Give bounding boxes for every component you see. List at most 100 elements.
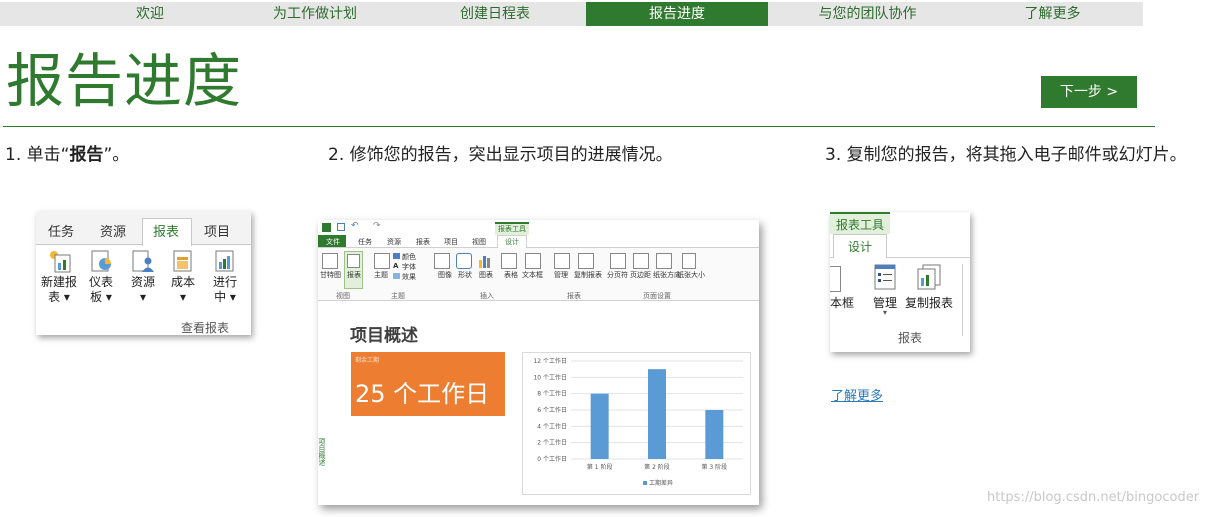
tab-resources[interactable]: 资源	[387, 237, 401, 247]
textbox-button-partial[interactable]: 本框	[830, 294, 854, 311]
group-view: 视图	[336, 292, 350, 300]
chart-bar	[648, 369, 666, 459]
themes-button[interactable]: 主题	[374, 270, 388, 280]
costs-icon	[171, 249, 195, 273]
chart-y-tick-label: 2 个工作日	[537, 439, 567, 447]
gantt-button[interactable]: 甘特图	[320, 270, 341, 280]
chart-y-tick-label: 10 个工作日	[533, 373, 567, 381]
chart-icon[interactable]	[478, 253, 492, 268]
size-button[interactable]: 纸张大小	[677, 270, 705, 280]
dashboards-button[interactable]: 仪表板 ▾	[82, 249, 120, 305]
images-button[interactable]: 图像	[438, 270, 452, 280]
tab-design[interactable]: 设计	[505, 237, 519, 247]
tab-tasks[interactable]: 任务	[358, 237, 372, 247]
textbox-icon[interactable]	[525, 253, 541, 269]
themes-icon[interactable]	[374, 253, 390, 269]
colors-button[interactable]: 颜色	[402, 252, 416, 262]
chart-x-tick-label: 第 1 阶段	[587, 463, 613, 471]
manage-dropdown-arrow[interactable]: ▾	[883, 308, 887, 317]
reports-button[interactable]: 报表	[347, 270, 361, 280]
table-icon[interactable]	[501, 253, 517, 269]
chart-legend-swatch	[643, 481, 647, 485]
fonts-icon: A	[393, 262, 399, 270]
redo-icon[interactable]: ↷	[373, 221, 381, 231]
tab-project[interactable]: 项目	[204, 221, 230, 240]
chart-y-tick-label: 6 个工作日	[537, 406, 567, 414]
chart-button[interactable]: 图表	[479, 270, 493, 280]
copy-report-button[interactable]: 复制报表	[905, 294, 953, 311]
margins-icon[interactable]	[633, 253, 649, 269]
copy-report-icon[interactable]	[916, 264, 942, 290]
tab-tasks[interactable]: 任务	[48, 221, 74, 240]
chart-y-tick-label: 4 个工作日	[537, 422, 567, 430]
step-1-report-word: 报告	[69, 145, 104, 165]
file-tab[interactable]: 文件	[326, 237, 340, 247]
report-design-screenshot: ↶ ↷ 报表工具 文件 任务 资源 报表 项目 视图 设计 甘特图 报表 主题 …	[318, 220, 759, 505]
tab-project[interactable]: 项目	[444, 237, 458, 247]
report-title: 项目概述	[350, 326, 418, 346]
table-button[interactable]: 表格	[504, 270, 518, 280]
chart-x-tick-label: 第 2 阶段	[644, 463, 670, 471]
report-tools-label: 报表工具	[836, 218, 885, 232]
images-icon[interactable]	[434, 253, 450, 269]
watermark: https://blog.csdn.net/bingocoder	[987, 490, 1200, 505]
resources-report-button[interactable]: 资源 ▾	[124, 249, 162, 305]
report-ribbon-screenshot: 任务 资源 报表 项目 新建报表 ▾ 仪表板 ▾ 资源 ▾ 成本 ▾ 进行中 ▾ 查…	[36, 211, 251, 335]
tab-resources[interactable]: 资源	[100, 221, 126, 240]
in-progress-report-button[interactable]: 进行中 ▾	[206, 249, 244, 305]
copy-report-icon[interactable]	[578, 253, 594, 269]
nav-tab-learn-more[interactable]: 了解更多	[990, 2, 1115, 26]
chart-y-tick-label: 12 个工作日	[533, 357, 567, 365]
new-report-icon	[47, 249, 71, 273]
shapes-button[interactable]: 形状	[458, 270, 472, 280]
undo-icon[interactable]: ↶	[351, 221, 359, 231]
nav-tab-welcome[interactable]: 欢迎	[100, 2, 200, 26]
group-themes: 主题	[391, 292, 405, 300]
tab-reports[interactable]: 报表	[153, 221, 179, 240]
textbox-icon[interactable]	[830, 266, 841, 292]
tab-reports[interactable]: 报表	[416, 237, 430, 247]
costs-report-button[interactable]: 成本 ▾	[164, 249, 202, 305]
manage-icon[interactable]	[874, 264, 896, 290]
chart-bar	[705, 410, 724, 459]
dashboard-icon	[89, 249, 113, 273]
group-report: 报表	[567, 292, 581, 300]
top-nav: 欢迎 为工作做计划 创建日程表 报告进度 与您的团队协作 了解更多	[0, 2, 1143, 26]
step-2: 2. 修饰您的报告，突出显示项目的进展情况。	[328, 145, 673, 165]
margins-button[interactable]: 页边距	[630, 270, 651, 280]
group-report: 报表	[898, 331, 923, 345]
manage-button[interactable]: 管理	[554, 270, 568, 280]
tab-design[interactable]: 设计	[848, 238, 872, 255]
textbox-button[interactable]: 文本框	[522, 270, 543, 280]
learn-more-link[interactable]: 了解更多	[831, 385, 883, 404]
group-separator	[962, 264, 963, 336]
colors-icon	[393, 253, 400, 259]
nav-tab-create-schedule[interactable]: 创建日程表	[425, 2, 565, 26]
chart-y-tick-label: 0 个工作日	[537, 455, 567, 463]
save-icon[interactable]	[337, 223, 345, 231]
title-bar	[318, 220, 759, 235]
variance-chart: 0 个工作日 2 个工作日 4 个工作日 6 个工作日 8 个工作日 10 个工作日 12 …	[522, 352, 751, 495]
orientation-icon[interactable]	[656, 253, 672, 269]
app-icon	[322, 223, 331, 232]
nav-tab-report-progress[interactable]: 报告进度	[586, 2, 768, 26]
in-progress-icon	[213, 249, 237, 273]
page-break-icon[interactable]	[610, 253, 626, 269]
shapes-icon[interactable]	[456, 253, 472, 269]
manage-icon[interactable]	[554, 253, 570, 269]
resources-icon	[131, 249, 155, 273]
fonts-button[interactable]: 字体	[402, 262, 416, 272]
ribbon-tabs	[318, 235, 759, 248]
tab-view[interactable]: 视图	[472, 237, 486, 247]
copy-report-button[interactable]: 复制报表	[574, 270, 602, 280]
step-3: 3. 复制您的报告，将其拖入电子邮件或幻灯片。	[825, 145, 1187, 165]
chart-legend-label: 工期差异	[649, 479, 673, 487]
size-icon[interactable]	[682, 253, 696, 269]
nav-tab-collaborate[interactable]: 与您的团队协作	[785, 2, 950, 26]
next-button[interactable]: 下一步 >	[1041, 76, 1137, 108]
nav-tab-plan-work[interactable]: 为工作做计划	[250, 2, 380, 26]
page-break-button[interactable]: 分页符	[607, 270, 628, 280]
gantt-icon[interactable]	[322, 253, 338, 269]
effects-button[interactable]: 效果	[402, 272, 416, 282]
new-report-button[interactable]: 新建报表 ▾	[40, 249, 78, 305]
